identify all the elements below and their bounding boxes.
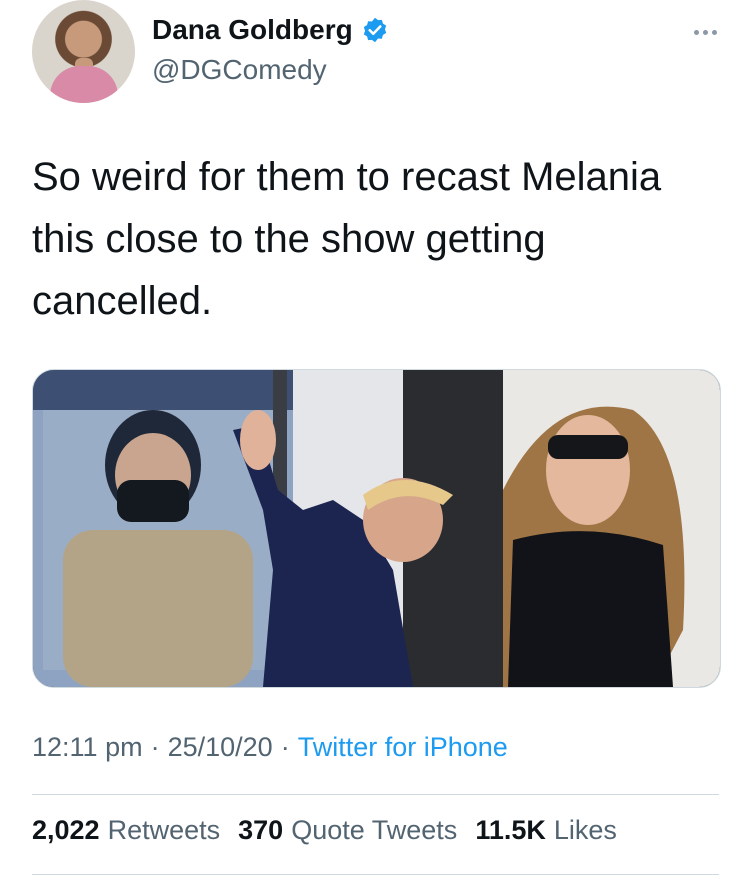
waving-hand (240, 410, 276, 470)
pilot-mask (117, 480, 189, 522)
avatar-shirt (50, 66, 118, 103)
divider (32, 794, 719, 795)
tweet-photo[interactable] (32, 369, 721, 688)
avatar[interactable] (32, 0, 135, 103)
display-name-row[interactable]: Dana Goldberg (152, 14, 389, 46)
cockpit-frame-top (33, 370, 293, 410)
woman-dress (508, 531, 673, 687)
retweets-label: Retweets (107, 815, 221, 845)
likes-count: 11.5K (475, 815, 546, 845)
quote-tweets-label: Quote Tweets (291, 815, 458, 845)
more-dot (693, 29, 699, 35)
tweet-text: So weird for them to recast Melania this… (32, 155, 662, 323)
likes-label: Likes (553, 815, 617, 845)
woman-face (546, 415, 630, 525)
quote-tweets-stat[interactable]: 370 Quote Tweets (238, 815, 457, 846)
user-handle[interactable]: @DGComedy (152, 54, 327, 86)
more-dot (711, 29, 717, 35)
retweets-stat[interactable]: 2,022 Retweets (32, 815, 220, 846)
meta-separator: · (280, 732, 290, 762)
photo-illustration (33, 370, 720, 687)
likes-stat[interactable]: 11.5K Likes (475, 815, 617, 846)
woman-sunglasses (548, 435, 628, 459)
pilot-uniform (63, 530, 253, 687)
divider (32, 874, 719, 875)
tweet-date[interactable]: 25/10/20 (168, 732, 273, 763)
tweet-source-link[interactable]: Twitter for iPhone (298, 732, 508, 763)
tweet-time[interactable]: 12:11 pm (32, 732, 143, 763)
timestamp-row: 12:11 pm · 25/10/20 · Twitter for iPhone (32, 732, 508, 763)
retweets-count: 2,022 (32, 815, 100, 845)
verified-badge-icon (361, 16, 389, 44)
engagement-stats: 2,022 Retweets 370 Quote Tweets 11.5K Likes (32, 815, 617, 846)
quote-tweets-count: 370 (238, 815, 284, 845)
display-name[interactable]: Dana Goldberg (152, 14, 353, 46)
meta-separator: · (150, 732, 160, 762)
more-options-icon[interactable] (685, 20, 725, 44)
more-dot (702, 29, 708, 35)
